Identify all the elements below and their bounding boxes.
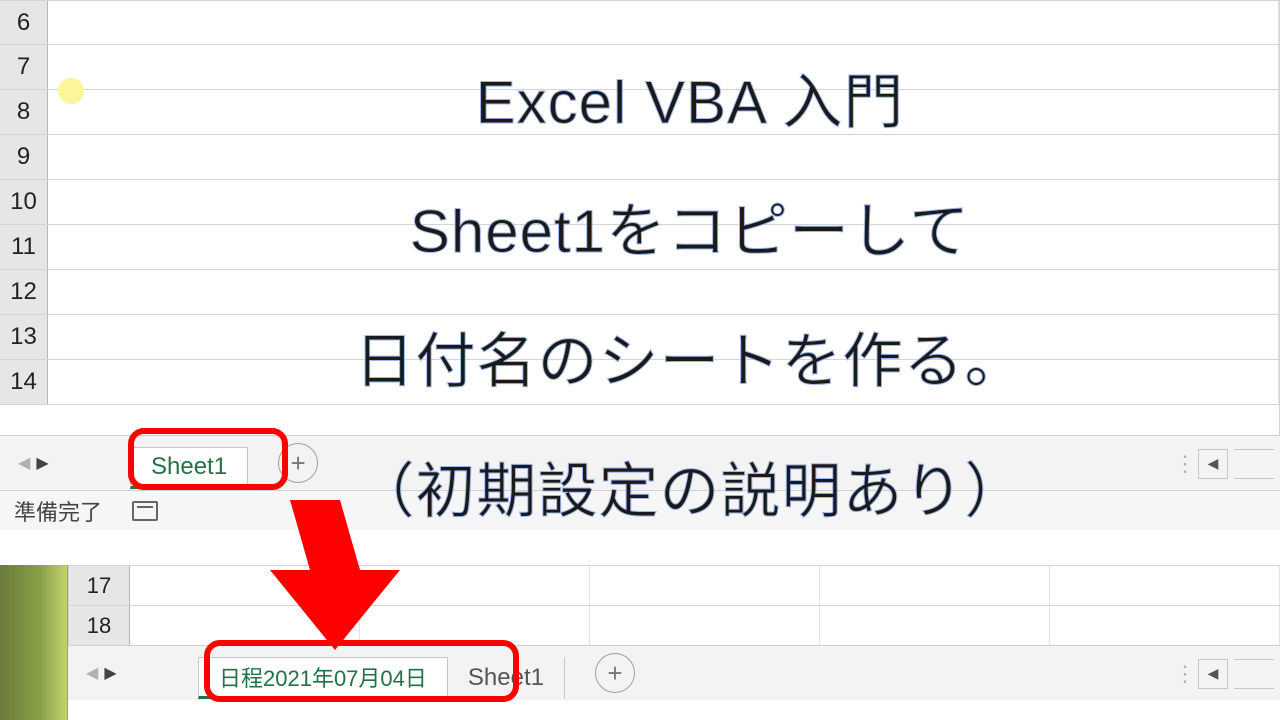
- status-bar: 準備完了: [0, 490, 1280, 530]
- sheet-tab-label: Sheet1: [151, 453, 227, 481]
- cursor-highlight-icon: [58, 78, 84, 104]
- row-8[interactable]: 8: [0, 90, 1279, 135]
- row-7[interactable]: 7: [0, 45, 1279, 90]
- row-header[interactable]: 14: [0, 360, 48, 404]
- cell[interactable]: [48, 180, 1279, 224]
- cell[interactable]: [48, 1, 1279, 44]
- plus-icon: +: [607, 658, 622, 689]
- row-header[interactable]: 7: [0, 45, 48, 89]
- row-14[interactable]: 14: [0, 360, 1279, 405]
- tab-split-handle-icon[interactable]: ⋮: [1174, 451, 1192, 477]
- triangle-left-icon: ◀: [1208, 665, 1219, 682]
- excel-panel-bottom: 17 18 ◀ ▶ 日程2021年07月04日 Sheet1 +: [0, 565, 1280, 720]
- row-18[interactable]: 18: [68, 606, 1280, 646]
- row-header[interactable]: 8: [0, 90, 48, 134]
- new-sheet-button[interactable]: +: [278, 443, 318, 483]
- cell[interactable]: [590, 606, 820, 645]
- sheet-tab-date[interactable]: 日程2021年07月04日: [198, 657, 448, 699]
- sheet-tab-bar-bottom: ◀ ▶ 日程2021年07月04日 Sheet1 + ⋮ ◀: [68, 645, 1280, 700]
- tab-nav-prev-icon[interactable]: ◀: [18, 453, 30, 473]
- triangle-left-icon: ◀: [1208, 455, 1219, 472]
- tab-nav-prev-icon[interactable]: ◀: [86, 663, 98, 683]
- row-17[interactable]: 17: [68, 566, 1280, 606]
- tab-split-handle-icon[interactable]: ⋮: [1174, 661, 1192, 687]
- cell[interactable]: [48, 360, 1279, 404]
- cell[interactable]: [360, 606, 590, 645]
- worksheet-grid-top[interactable]: 6 7 8 9 10 11 12 13: [0, 0, 1280, 440]
- row-6[interactable]: 6: [0, 0, 1279, 45]
- cell[interactable]: [130, 566, 360, 605]
- cell[interactable]: [1050, 566, 1280, 605]
- tab-nav-top: ◀ ▶: [0, 453, 130, 473]
- row-10[interactable]: 10: [0, 180, 1279, 225]
- row-12[interactable]: 12: [0, 270, 1279, 315]
- status-text: 準備完了: [14, 495, 102, 527]
- row-11[interactable]: 11: [0, 225, 1279, 270]
- cell[interactable]: [48, 225, 1279, 269]
- cell[interactable]: [48, 90, 1279, 134]
- plus-icon: +: [290, 448, 305, 479]
- cell[interactable]: [820, 566, 1050, 605]
- sheet-tab-sheet1[interactable]: Sheet1: [130, 447, 248, 489]
- cell[interactable]: [48, 270, 1279, 314]
- row-9[interactable]: 9: [0, 135, 1279, 180]
- cell[interactable]: [1050, 606, 1280, 645]
- scroll-track[interactable]: [1234, 449, 1274, 479]
- sheet-tab-label: Sheet1: [468, 664, 544, 692]
- excel-panel-top: 6 7 8 9 10 11 12 13: [0, 0, 1280, 530]
- tab-nav-next-icon[interactable]: ▶: [36, 453, 48, 473]
- row-header[interactable]: 6: [0, 1, 48, 44]
- tab-nav-bottom: ◀ ▶: [68, 663, 198, 683]
- sheet-tab-label: 日程2021年07月04日: [219, 661, 427, 693]
- cell[interactable]: [130, 606, 360, 645]
- row-header[interactable]: 12: [0, 270, 48, 314]
- cell[interactable]: [48, 315, 1279, 359]
- cell[interactable]: [590, 566, 820, 605]
- row-header[interactable]: 13: [0, 315, 48, 359]
- thumbnail-strip: [0, 565, 68, 720]
- scroll-track[interactable]: [1234, 659, 1274, 689]
- tab-nav-next-icon[interactable]: ▶: [104, 663, 116, 683]
- row-header[interactable]: 18: [68, 606, 130, 645]
- macro-record-icon[interactable]: [132, 501, 158, 521]
- row-header[interactable]: 11: [0, 225, 48, 269]
- cell[interactable]: [48, 135, 1279, 179]
- cell[interactable]: [48, 45, 1279, 89]
- new-sheet-button[interactable]: +: [595, 653, 635, 693]
- horizontal-scrollbar-top[interactable]: ⋮ ◀: [1174, 436, 1280, 491]
- sheet-tab-bar-top: ◀ ▶ Sheet1 + ⋮ ◀: [0, 435, 1280, 490]
- cell[interactable]: [820, 606, 1050, 645]
- horizontal-scrollbar-bottom[interactable]: ⋮ ◀: [1174, 646, 1280, 701]
- cell[interactable]: [360, 566, 590, 605]
- worksheet-grid-bottom[interactable]: 17 18: [68, 565, 1280, 646]
- row-header[interactable]: 17: [68, 566, 130, 605]
- row-header[interactable]: 9: [0, 135, 48, 179]
- scroll-left-button[interactable]: ◀: [1198, 659, 1228, 689]
- row-header[interactable]: 10: [0, 180, 48, 224]
- row-13[interactable]: 13: [0, 315, 1279, 360]
- sheet-tab-sheet1-bottom[interactable]: Sheet1: [448, 657, 565, 699]
- scroll-left-button[interactable]: ◀: [1198, 449, 1228, 479]
